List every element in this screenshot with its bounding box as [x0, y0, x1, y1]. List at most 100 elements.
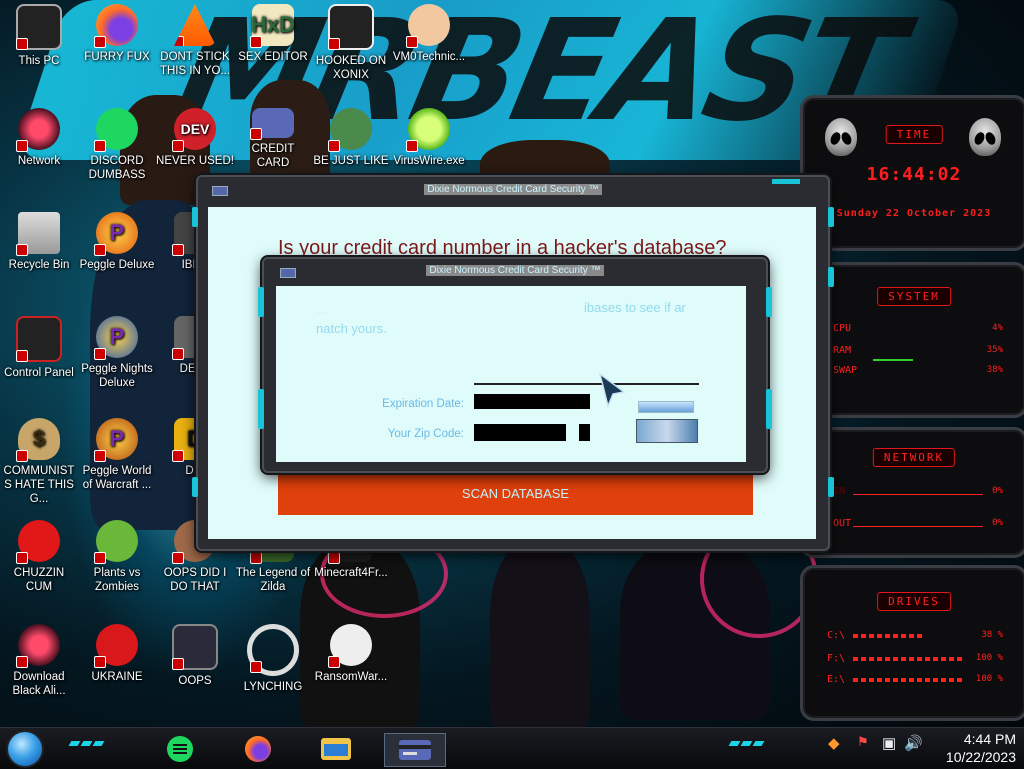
credit-card-window-front[interactable]: Dixie Normous Credit Card Security ™ ...…	[258, 257, 772, 473]
rope-icon	[247, 624, 299, 676]
firefox-icon	[245, 736, 271, 762]
zip-input[interactable]	[474, 424, 566, 441]
window-accent	[766, 287, 772, 317]
window-accent	[772, 179, 800, 184]
desktop-icon[interactable]: CREDIT CARD	[234, 108, 312, 170]
dev-cpp-icon: DEV	[172, 108, 216, 152]
expiration-input[interactable]	[474, 394, 590, 409]
shortcut-arrow-icon	[174, 36, 184, 46]
desktop-icon[interactable]: LYNCHING	[234, 624, 312, 694]
desktop-icon[interactable]: DONT STICK THIS IN YO...	[156, 4, 234, 78]
shortcut-arrow-icon	[94, 450, 106, 462]
desktop-icon[interactable]: FURRY FUX	[78, 4, 156, 64]
shortcut-arrow-icon	[172, 348, 184, 360]
taskbar-firefox[interactable]	[238, 733, 278, 765]
desktop-icon[interactable]: Download Black Ali...	[0, 624, 78, 698]
drive-e-label: E:\	[827, 674, 846, 685]
desktop-icon-label: RansomWar...	[314, 671, 388, 683]
desktop-icon-label: Peggle World of Warcraft ...	[82, 465, 152, 491]
desktop-icon[interactable]: VM0Technic...	[390, 4, 468, 64]
drive-f-bar	[853, 657, 963, 661]
app-tray-icon[interactable]: ◆	[828, 734, 840, 752]
money-bag-icon: $	[16, 418, 60, 462]
description-text: ...	[316, 302, 327, 317]
volume-icon[interactable]: 🔊	[904, 734, 923, 752]
skull-icon	[328, 624, 372, 668]
shortcut-arrow-icon	[250, 128, 262, 140]
desktop-icon-label: Control Panel	[4, 367, 74, 379]
desktop-icon[interactable]: DEV NEVER USED!	[156, 108, 234, 168]
desktop-icon[interactable]: Recycle Bin	[0, 212, 78, 272]
desktop-icon-label: NEVER USED!	[156, 155, 234, 167]
desktop-icon[interactable]: Network	[0, 108, 78, 168]
desktop-icon-label: This PC	[18, 55, 60, 67]
system-clock[interactable]: 4:44 PM 10/22/2023	[946, 730, 1016, 766]
file-explorer-icon	[321, 738, 351, 760]
desktop-icon-label: HOOKED ON XONIX	[315, 55, 387, 81]
desktop-icon-label: Peggle Deluxe	[79, 259, 155, 271]
zip-input-extra[interactable]	[579, 424, 590, 441]
description-text-line2: natch yours.	[316, 321, 387, 336]
desktop-icon[interactable]: CHUZZIN CUM	[0, 520, 78, 594]
drive-c-label: C:\	[827, 630, 846, 641]
shortcut-arrow-icon	[16, 656, 28, 668]
time-gadget[interactable]: TIME 16:44:02 Sunday 22 October 2023	[800, 95, 1024, 251]
desktop-icon-label: Peggle Nights Deluxe	[81, 363, 153, 389]
desktop-icon[interactable]: This PC	[0, 4, 78, 68]
desktop-icon[interactable]: VirusWire.exe	[390, 108, 468, 168]
window-icon	[280, 268, 296, 278]
scan-database-button[interactable]: SCAN DATABASE	[278, 472, 753, 515]
desktop-icon[interactable]: BE JUST LIKE	[312, 108, 390, 168]
desktop-icon[interactable]: P Peggle Deluxe	[78, 212, 156, 272]
gadget-clock: 16:44:02	[866, 164, 962, 185]
shortcut-arrow-icon	[94, 552, 106, 564]
network-icon[interactable]: ▣	[882, 734, 896, 752]
shortcut-arrow-icon	[172, 658, 184, 670]
alien-head-icon	[969, 118, 1001, 156]
shortcut-arrow-icon	[94, 348, 106, 360]
credit-card-icon	[399, 740, 431, 760]
drives-gadget[interactable]: DRIVES C:\ 38 % F:\ 100 % E:\ 100 %	[800, 565, 1024, 721]
shortcut-arrow-icon	[328, 552, 340, 564]
vlc-cone-icon	[174, 4, 216, 46]
window-title: Dixie Normous Credit Card Security ™	[264, 265, 766, 276]
desktop-icon[interactable]: OOPS	[156, 624, 234, 688]
shortcut-arrow-icon	[16, 350, 28, 362]
taskbar-credit-card-app[interactable]	[384, 733, 446, 767]
shortcut-arrow-icon	[16, 450, 28, 462]
network-gadget-header: NETWORK	[872, 448, 956, 467]
net-in-label: IN	[833, 486, 846, 497]
window-accent	[828, 267, 834, 287]
zip-label: Your Zip Code:	[387, 428, 464, 440]
desktop-icon[interactable]: UKRAINE	[78, 624, 156, 684]
desktop-icon[interactable]: HOOKED ON XONIX	[312, 4, 390, 82]
desktop-icon[interactable]: HxD SEX EDITOR	[234, 4, 312, 64]
desktop-icon[interactable]: DISCORD DUMBASS	[78, 108, 156, 182]
taskbar-file-explorer[interactable]	[316, 733, 356, 765]
desktop-icon[interactable]: Plants vs Zombies	[78, 520, 156, 594]
mouse-cursor-icon	[598, 372, 626, 408]
shortcut-arrow-icon	[250, 36, 262, 48]
shortcut-arrow-icon	[328, 140, 340, 152]
clock-date: 10/22/2023	[945, 749, 1016, 765]
cpu-value: 4%	[992, 323, 1003, 333]
start-button[interactable]	[8, 732, 42, 766]
card-number-underline	[474, 383, 699, 385]
clock-time: 4:44 PM	[963, 731, 1016, 747]
desktop-icon-label: OOPS DID I DO THAT	[163, 567, 227, 593]
desktop-icon-label: FURRY FUX	[84, 51, 150, 63]
system-gadget-header: SYSTEM	[877, 287, 951, 306]
peggle-icon: P	[94, 212, 138, 256]
desktop-icon[interactable]: Control Panel	[0, 316, 78, 380]
lime-icon	[406, 108, 450, 152]
shortcut-arrow-icon	[16, 140, 28, 152]
window-accent	[828, 207, 834, 227]
taskbar-chat-app[interactable]	[160, 733, 200, 765]
desktop-icon[interactable]: RansomWar...	[312, 624, 390, 684]
desktop-icon[interactable]: $ COMMUNISTS HATE THIS G...	[0, 418, 78, 506]
gadget-date: Sunday 22 October 2023	[836, 208, 992, 219]
network-warning-icon[interactable]: ⚑	[857, 734, 869, 750]
desktop-icon[interactable]: P Peggle World of Warcraft ...	[78, 418, 156, 492]
shortcut-arrow-icon	[328, 38, 340, 50]
desktop-icon[interactable]: P Peggle Nights Deluxe	[78, 316, 156, 390]
